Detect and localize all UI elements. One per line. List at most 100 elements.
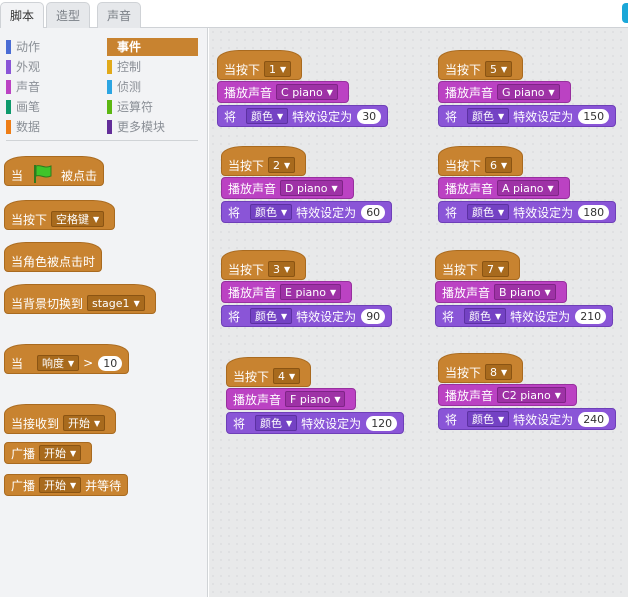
sensor-dropdown[interactable]: 响度 ▼ <box>37 355 80 371</box>
key-dropdown[interactable]: 5 ▼ <box>485 61 513 77</box>
effect-amount: 60 <box>366 205 381 219</box>
effect-dropdown[interactable]: 颜色 ▼ <box>464 308 507 324</box>
palette-when-sprite-clicked[interactable]: 当角色被点击时 <box>4 242 103 272</box>
sound-value: D piano <box>285 181 328 195</box>
effect-amount-input[interactable]: 90 <box>361 308 386 324</box>
sound-dropdown[interactable]: E piano ▼ <box>280 284 342 300</box>
sound-dropdown[interactable]: C piano ▼ <box>276 84 338 100</box>
script-when-key-7[interactable]: 当按下 7 ▼ <box>435 250 521 280</box>
sound-dropdown[interactable]: A piano ▼ <box>497 180 559 196</box>
play-sound-block[interactable]: 播放声音 G piano ▼ <box>438 81 571 103</box>
effect-dropdown[interactable]: 颜色 ▼ <box>250 308 293 324</box>
tab-sounds[interactable]: 声音 <box>97 2 142 28</box>
palette-when-flag-clicked[interactable]: 当 被点击 <box>4 156 105 186</box>
broadcast-dropdown[interactable]: 开始 ▼ <box>39 445 82 461</box>
sound-dropdown[interactable]: C2 piano ▼ <box>497 387 566 403</box>
key-value: 1 <box>269 62 277 76</box>
set-effect-block[interactable]: 将 颜色 ▼ 特效设定为 210 <box>435 305 614 327</box>
category-data[interactable]: 数据 <box>6 118 40 136</box>
effect-dropdown[interactable]: 颜色 ▼ <box>255 415 298 431</box>
effect-amount-input[interactable]: 60 <box>361 204 386 220</box>
effect-amount-input[interactable]: 210 <box>575 308 607 324</box>
category-sensing[interactable]: 侦测 <box>107 78 141 96</box>
category-events[interactable]: 事件 <box>107 38 198 56</box>
key-dropdown[interactable]: 2 ▼ <box>268 157 296 173</box>
key-dropdown[interactable]: 空格键 ▼ <box>51 211 105 227</box>
corner-button[interactable] <box>622 3 628 23</box>
script-when-key-6[interactable]: 当按下 6 ▼ <box>438 146 524 176</box>
effect-amount-input[interactable]: 240 <box>578 411 610 427</box>
set-label: 将 <box>445 205 458 220</box>
effect-dropdown[interactable]: 颜色 ▼ <box>467 108 510 124</box>
key-dropdown[interactable]: 3 ▼ <box>268 261 296 277</box>
effect-value: 颜色 <box>251 110 274 123</box>
dropdown-arrow-icon: ▼ <box>548 87 555 97</box>
palette-when-receive[interactable]: 当接收到 开始 ▼ <box>4 404 117 434</box>
backdrop-dropdown[interactable]: stage1 ▼ <box>87 295 145 311</box>
script-when-key-5[interactable]: 当按下 5 ▼ <box>438 50 524 80</box>
effect-amount-input[interactable]: 120 <box>366 415 398 431</box>
effect-dropdown[interactable]: 颜色 ▼ <box>246 108 289 124</box>
play-sound-block[interactable]: 播放声音 F piano ▼ <box>226 388 357 410</box>
key-dropdown[interactable]: 4 ▼ <box>273 368 301 384</box>
set-effect-block[interactable]: 将 颜色 ▼ 特效设定为 30 <box>217 105 389 127</box>
play-sound-block[interactable]: 播放声音 D piano ▼ <box>221 177 354 199</box>
set-effect-block[interactable]: 将 颜色 ▼ 特效设定为 120 <box>226 412 405 434</box>
palette-broadcast-and-wait[interactable]: 广播 开始 ▼ 并等待 <box>4 474 129 496</box>
palette-when-key-pressed[interactable]: 当按下 空格键 ▼ <box>4 200 116 230</box>
palette-broadcast[interactable]: 广播 开始 ▼ <box>4 442 93 464</box>
play-sound-block[interactable]: 播放声音 A piano ▼ <box>438 177 570 199</box>
palette-when-sensor-greater[interactable]: 当 响度 ▼ > 10 <box>4 344 130 374</box>
category-sound[interactable]: 声音 <box>6 78 40 96</box>
key-dropdown-value: 空格键 <box>56 213 90 226</box>
play-sound-block[interactable]: 播放声音 C piano ▼ <box>217 81 349 103</box>
script-when-key-8[interactable]: 当按下 8 ▼ <box>438 353 524 383</box>
category-pen[interactable]: 画笔 <box>6 98 40 116</box>
category-more-blocks[interactable]: 更多模块 <box>107 118 165 136</box>
tab-costumes[interactable]: 造型 <box>46 2 91 28</box>
key-dropdown[interactable]: 1 ▼ <box>264 61 292 77</box>
set-label: 将 <box>228 205 241 220</box>
set-effect-block[interactable]: 将 颜色 ▼ 特效设定为 180 <box>438 201 617 223</box>
palette-when-backdrop-switches[interactable]: 当背景切换到 stage1 ▼ <box>4 284 156 314</box>
play-sound-block[interactable]: 播放声音 E piano ▼ <box>221 281 353 303</box>
category-looks[interactable]: 外观 <box>6 58 40 76</box>
sound-dropdown[interactable]: D piano ▼ <box>280 180 343 196</box>
sound-dropdown[interactable]: B piano ▼ <box>494 284 556 300</box>
set-effect-block[interactable]: 将 颜色 ▼ 特效设定为 60 <box>221 201 393 223</box>
key-dropdown[interactable]: 6 ▼ <box>485 157 513 173</box>
script-when-key-4[interactable]: 当按下 4 ▼ <box>226 357 312 387</box>
effect-dropdown[interactable]: 颜色 ▼ <box>467 204 510 220</box>
broadcast-wait-dropdown[interactable]: 开始 ▼ <box>39 477 82 493</box>
key-dropdown[interactable]: 7 ▼ <box>482 261 510 277</box>
effect-dropdown[interactable]: 颜色 ▼ <box>467 411 510 427</box>
effect-dropdown[interactable]: 颜色 ▼ <box>250 204 293 220</box>
category-more-blocks-swatch <box>107 120 112 134</box>
play-sound-block[interactable]: 播放声音 C2 piano ▼ <box>438 384 577 406</box>
sound-dropdown[interactable]: G piano ▼ <box>497 84 560 100</box>
set-effect-block[interactable]: 将 颜色 ▼ 特效设定为 240 <box>438 408 617 430</box>
script-when-key-3[interactable]: 当按下 3 ▼ <box>221 250 307 280</box>
dropdown-arrow-icon: ▼ <box>289 371 296 381</box>
broadcast-wait-label: 广播 <box>11 478 36 493</box>
category-control[interactable]: 控制 <box>107 58 141 76</box>
key-dropdown[interactable]: 8 ▼ <box>485 364 513 380</box>
message-dropdown[interactable]: 开始 ▼ <box>63 415 106 431</box>
set-effect-block[interactable]: 将 颜色 ▼ 特效设定为 150 <box>438 105 617 127</box>
tab-scripts[interactable]: 脚本 <box>0 2 45 29</box>
set-to-label: 特效设定为 <box>513 205 574 220</box>
sensor-value-input[interactable]: 10 <box>98 355 123 371</box>
scripts-area[interactable]: 当按下 1 ▼ 播放声音 C piano ▼ 将 颜色 ▼ 特效设定为 30 当按下 … <box>209 28 628 597</box>
script-when-key-2[interactable]: 当按下 2 ▼ <box>221 146 307 176</box>
script-when-key-1[interactable]: 当按下 1 ▼ <box>217 50 303 80</box>
effect-amount-input[interactable]: 180 <box>578 204 610 220</box>
category-operators[interactable]: 运算符 <box>107 98 153 116</box>
effect-amount-input[interactable]: 30 <box>357 108 382 124</box>
when-key-label: 当按下 <box>224 62 261 77</box>
effect-amount-input[interactable]: 150 <box>578 108 610 124</box>
category-motion[interactable]: 动作 <box>6 38 40 56</box>
sound-dropdown[interactable]: F piano ▼ <box>285 391 346 407</box>
play-sound-block[interactable]: 播放声音 B piano ▼ <box>435 281 567 303</box>
set-effect-block[interactable]: 将 颜色 ▼ 特效设定为 90 <box>221 305 393 327</box>
sensor-value: 10 <box>103 356 118 370</box>
